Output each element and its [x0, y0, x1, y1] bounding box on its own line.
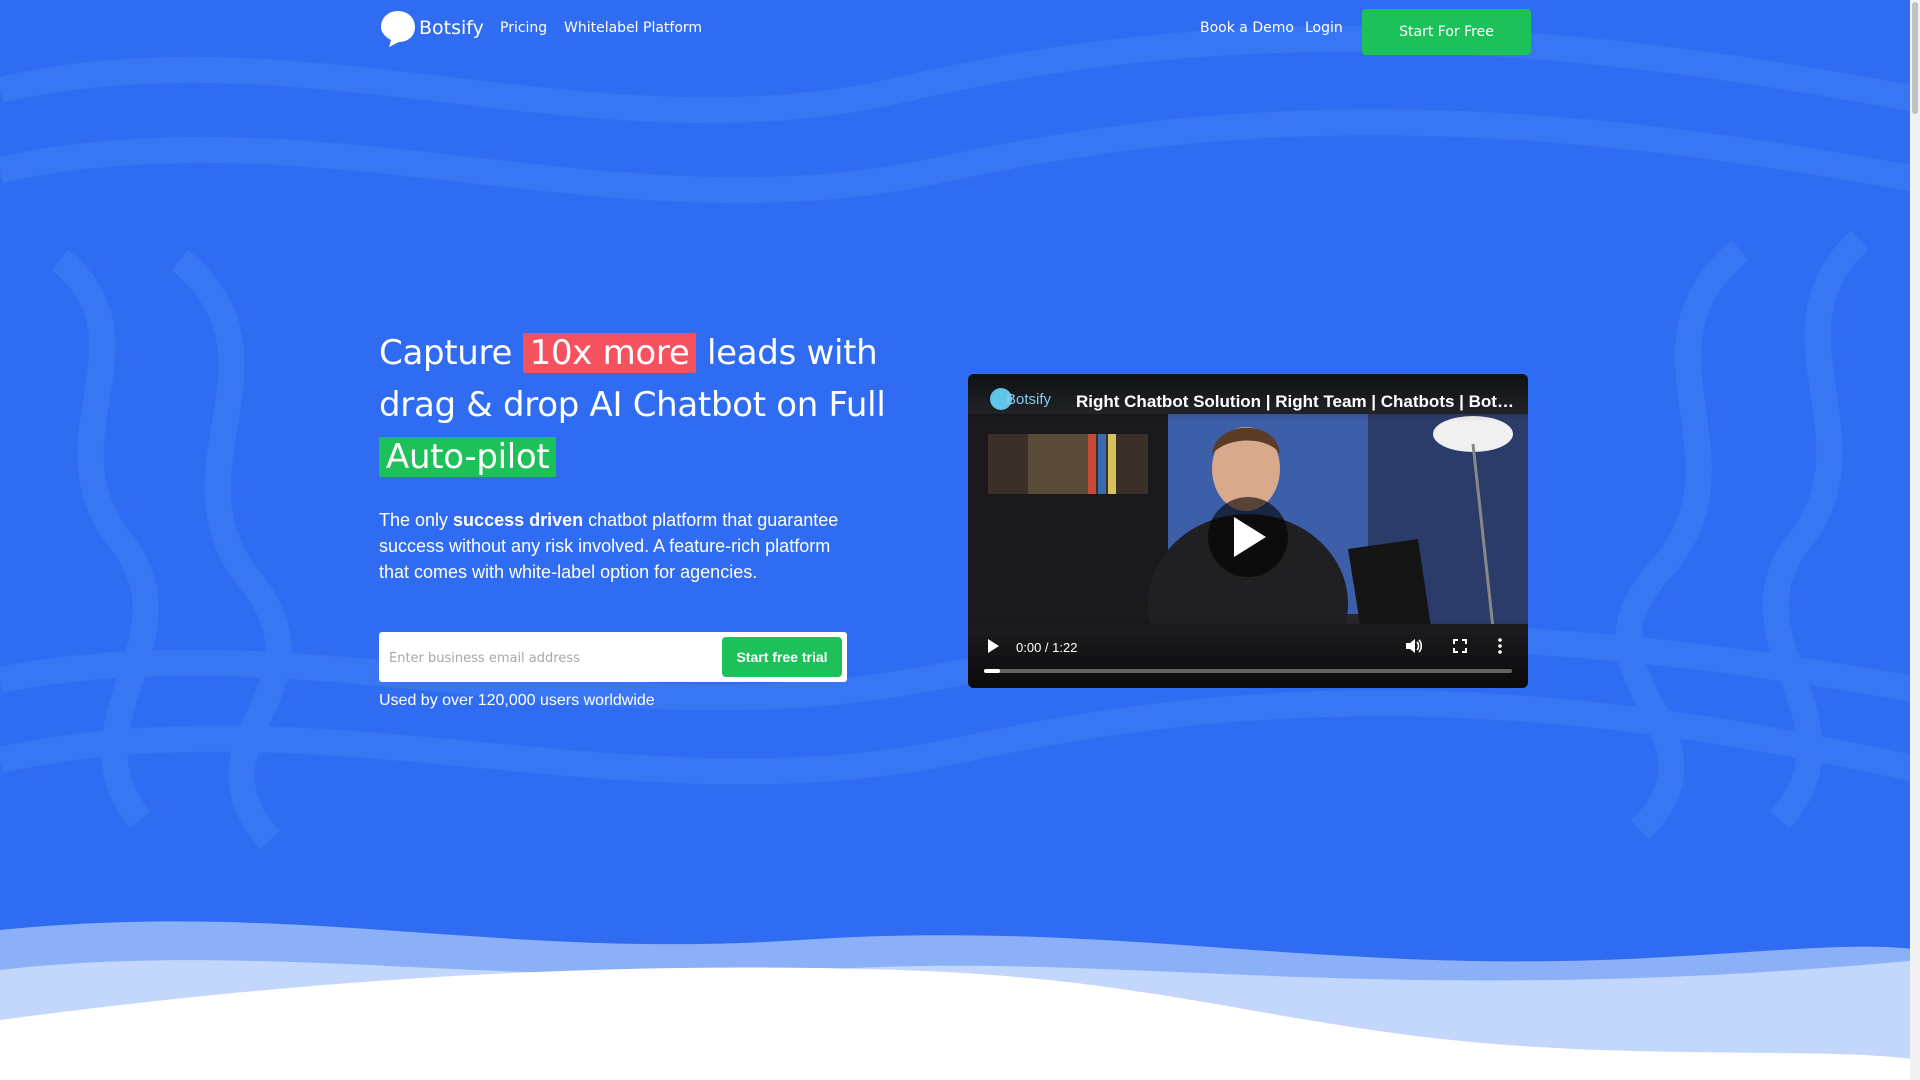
- email-signup-form: Start free trial: [379, 632, 847, 684]
- video-top-bar: Botsify Right Chatbot Solution | Right T…: [968, 374, 1528, 422]
- nav-link-login[interactable]: Login: [1305, 20, 1343, 36]
- business-email-input[interactable]: [387, 632, 711, 684]
- top-navigation: Botsify Pricing Whitelabel Platform Book…: [379, 0, 1531, 62]
- nav-link-book-demo[interactable]: Book a Demo: [1200, 20, 1294, 36]
- video-controls: 0:00 / 1:22: [968, 618, 1528, 688]
- channel-name: Botsify: [1006, 390, 1052, 408]
- brand-logo[interactable]: Botsify: [379, 9, 484, 47]
- nav-link-pricing[interactable]: Pricing: [500, 20, 547, 36]
- logo-icon: [381, 11, 415, 47]
- brand-name: Botsify: [419, 17, 484, 39]
- volume-icon[interactable]: [1405, 638, 1423, 654]
- hero-subtitle: The only success driven chatbot platform…: [379, 507, 859, 585]
- hero-title: Capture 10x more leads with drag & drop …: [379, 327, 899, 483]
- play-icon: [1234, 517, 1266, 557]
- users-count-text: Used by over 120,000 users worldwide: [379, 692, 655, 709]
- more-options-icon[interactable]: [1498, 638, 1502, 654]
- bottom-wave: [0, 921, 1920, 1080]
- nav-link-whitelabel[interactable]: Whitelabel Platform: [564, 20, 702, 36]
- hero-subtitle-text-1: The only: [379, 510, 454, 530]
- play-button[interactable]: [1208, 497, 1288, 577]
- video-time: 0:00 / 1:22: [1016, 640, 1078, 655]
- video-progress-bar[interactable]: [984, 669, 1512, 673]
- hero-subtitle-bold: success driven: [453, 510, 584, 530]
- start-for-free-button[interactable]: Start For Free: [1362, 9, 1531, 55]
- hero-title-text-1: Capture: [379, 333, 523, 373]
- hero-title-highlight-red: 10x more: [522, 333, 697, 373]
- video-progress-fill: [984, 669, 1000, 673]
- hero-title-highlight-green: Auto-pilot: [379, 437, 557, 477]
- fullscreen-icon[interactable]: [1452, 638, 1468, 654]
- channel-badge[interactable]: Botsify: [990, 388, 1051, 410]
- page-scrollbar[interactable]: [1910, 0, 1920, 1080]
- video-title[interactable]: Right Chatbot Solution | Right Team | Ch…: [1076, 392, 1516, 412]
- video-player[interactable]: Botsify Right Chatbot Solution | Right T…: [968, 374, 1528, 688]
- start-free-trial-button[interactable]: Start free trial: [722, 637, 842, 677]
- control-play-icon[interactable]: [986, 638, 1000, 654]
- scrollbar-thumb[interactable]: [1912, 2, 1918, 114]
